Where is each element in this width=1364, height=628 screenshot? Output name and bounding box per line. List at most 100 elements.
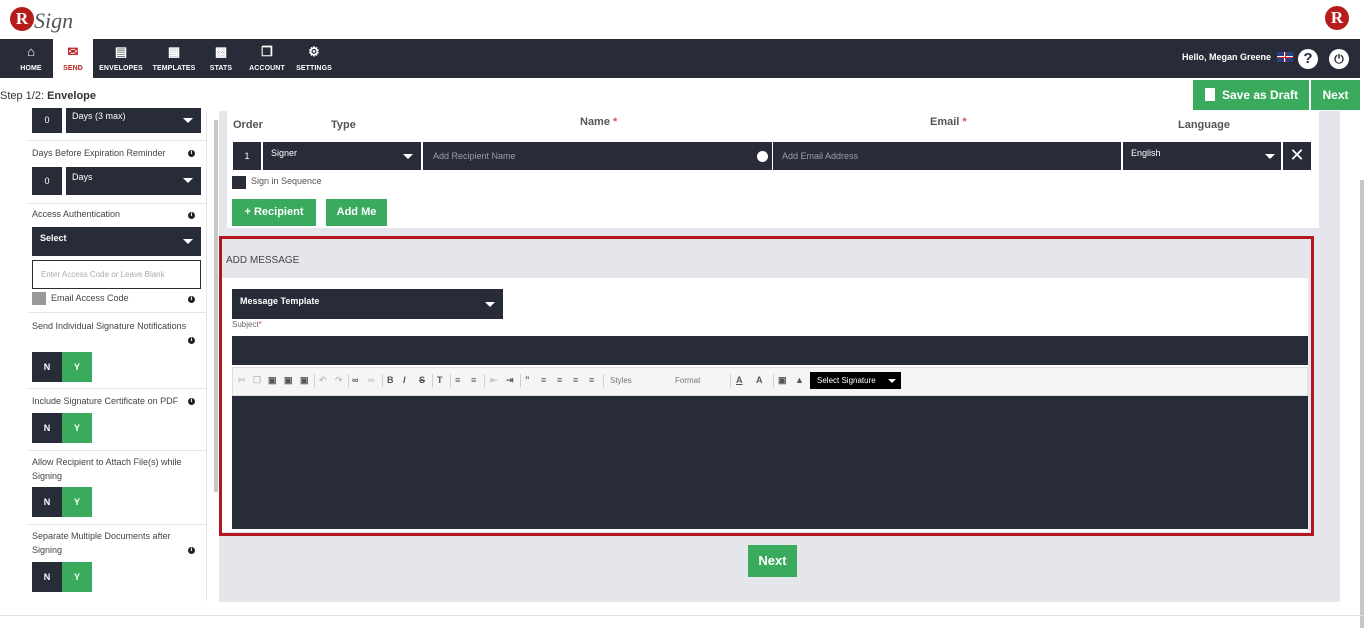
add-recipient-button[interactable]: + Recipient [232, 199, 316, 226]
main-nav: ⌂ HOME ✉ SEND ▤ ENVELOPES ▦ TEMPLATES ▩ … [0, 39, 1360, 78]
recipient-language-select[interactable]: English [1123, 142, 1281, 170]
nav-send[interactable]: ✉ SEND [53, 39, 93, 78]
power-icon[interactable]: ⏻ [1329, 49, 1349, 69]
recipient-type-value: Signer [271, 148, 298, 158]
attach-files-yes[interactable]: Y [62, 487, 92, 517]
reminder-days-value: Days (3 max) [72, 111, 126, 121]
nav-settings-label: SETTINGS [296, 65, 332, 72]
nav-envelopes[interactable]: ▤ ENVELOPES [96, 39, 146, 78]
certificate-no[interactable]: N [32, 413, 62, 443]
info-icon[interactable]: i [188, 150, 195, 157]
name-header: Name * [580, 116, 617, 128]
document-icon: ▦ [167, 44, 181, 59]
page-scrollbar[interactable] [1360, 180, 1364, 628]
copy-icon: ❐ [261, 44, 273, 59]
nav-envelopes-label: ENVELOPES [99, 65, 143, 72]
info-icon[interactable]: i [188, 337, 195, 344]
attach-files-label: Allow Recipient to Attach File(s) while … [32, 457, 182, 481]
expiry-days-select[interactable]: Days [66, 167, 201, 195]
divider [28, 450, 206, 451]
recipient-type-select[interactable]: Signer [263, 142, 421, 170]
email-code-checkbox[interactable] [32, 292, 46, 305]
chevron-down-icon [183, 178, 193, 183]
sign-sequence-checkbox[interactable] [232, 176, 246, 189]
chevron-down-icon [183, 118, 193, 123]
info-icon[interactable]: i [188, 212, 195, 219]
gear-icon: ⚙ [308, 44, 320, 59]
info-icon[interactable]: i [188, 547, 195, 554]
separate-docs-yes[interactable]: Y [62, 562, 92, 592]
expiry-reminder-label: Days Before Expiration Reminder [32, 148, 166, 158]
contact-icon[interactable] [757, 151, 768, 162]
individual-notif-yes[interactable]: Y [62, 352, 92, 382]
divider [28, 524, 206, 525]
user-greeting[interactable]: Hello, Megan Greene [1182, 52, 1271, 62]
rsign-logo[interactable]: R [10, 7, 34, 31]
nav-send-label: SEND [63, 65, 83, 72]
top-bar: R Sign R [0, 0, 1364, 39]
nav-stats-label: STATS [209, 65, 233, 72]
nav-home[interactable]: ⌂ HOME [12, 39, 50, 78]
nav-stats[interactable]: ▩ STATS [205, 39, 237, 78]
chevron-down-icon [1265, 154, 1275, 159]
save-draft-label: Save as Draft [1221, 88, 1299, 102]
nav-home-label: HOME [20, 65, 42, 72]
chevron-down-icon [403, 154, 413, 159]
left-panel-scrollbar[interactable] [214, 120, 218, 492]
footer-divider [0, 615, 1364, 616]
nav-templates[interactable]: ▦ TEMPLATES [151, 39, 197, 78]
separate-docs-label: Separate Multiple Documents after Signin… [32, 531, 171, 555]
recipient-order[interactable]: 1 [233, 142, 261, 170]
step-name: Envelope [47, 90, 96, 102]
nav-templates-label: TEMPLATES [152, 65, 196, 72]
access-auth-value: Select [40, 233, 67, 243]
reminder-days-input[interactable]: 0 [32, 108, 62, 133]
nav-account[interactable]: ❐ ACCOUNT [246, 39, 288, 78]
remove-recipient-icon[interactable]: ✕ [1283, 142, 1311, 170]
required-mark: * [962, 116, 967, 128]
recipient-email-placeholder: Add Email Address [782, 151, 859, 161]
recipient-email-input[interactable]: Add Email Address [773, 142, 1121, 170]
step-bar [0, 78, 1360, 111]
individual-notif-no[interactable]: N [32, 352, 62, 382]
individual-notif-label: Send Individual Signature Notifications [32, 321, 187, 331]
certificate-label: Include Signature Certificate on PDF [32, 396, 179, 406]
recipient-name-placeholder: Add Recipient Name [433, 151, 516, 161]
attach-files-no[interactable]: N [32, 487, 62, 517]
separate-docs-no[interactable]: N [32, 562, 62, 592]
sign-sequence-label: Sign in Sequence [251, 176, 322, 186]
expiry-days-input[interactable]: 0 [32, 167, 62, 195]
help-icon[interactable]: ? [1298, 49, 1318, 69]
envelope-icon: ✉ [67, 44, 79, 59]
divider [28, 388, 206, 389]
expiry-days-value: Days [72, 172, 93, 182]
file-icon [1205, 88, 1215, 101]
access-auth-select[interactable]: Select [32, 227, 201, 256]
step-indicator: Step 1/2: Envelope [0, 90, 96, 102]
add-me-button[interactable]: Add Me [326, 199, 387, 226]
home-icon: ⌂ [27, 44, 35, 59]
next-button-top[interactable]: Next [1311, 80, 1360, 110]
step-prefix: Step 1/2: [0, 90, 48, 102]
divider [28, 203, 206, 204]
info-icon[interactable]: i [188, 296, 195, 303]
required-mark: * [613, 116, 618, 128]
chevron-down-icon [183, 239, 193, 244]
recipient-language-value: English [1131, 148, 1161, 158]
reminder-days-select[interactable]: Days (3 max) [66, 108, 201, 133]
info-icon[interactable]: i [188, 398, 195, 405]
divider [28, 312, 206, 313]
access-auth-label: Access Authentication [32, 209, 121, 219]
email-code-label: Email Access Code [51, 293, 129, 303]
recipient-name-input[interactable]: Add Recipient Name [423, 142, 772, 170]
rpost-logo: R [1325, 6, 1349, 30]
save-draft-button[interactable]: Save as Draft [1193, 80, 1309, 110]
access-code-input[interactable]: Enter Access Code or Leave Blank [32, 260, 201, 289]
email-header: Email * [930, 116, 967, 128]
language-header: Language [1178, 119, 1230, 131]
uk-flag-icon[interactable] [1277, 52, 1293, 62]
name-header-label: Name [580, 116, 610, 128]
nav-settings[interactable]: ⚙ SETTINGS [294, 39, 334, 78]
certificate-yes[interactable]: Y [62, 413, 92, 443]
next-button-bottom[interactable]: Next [748, 545, 797, 577]
